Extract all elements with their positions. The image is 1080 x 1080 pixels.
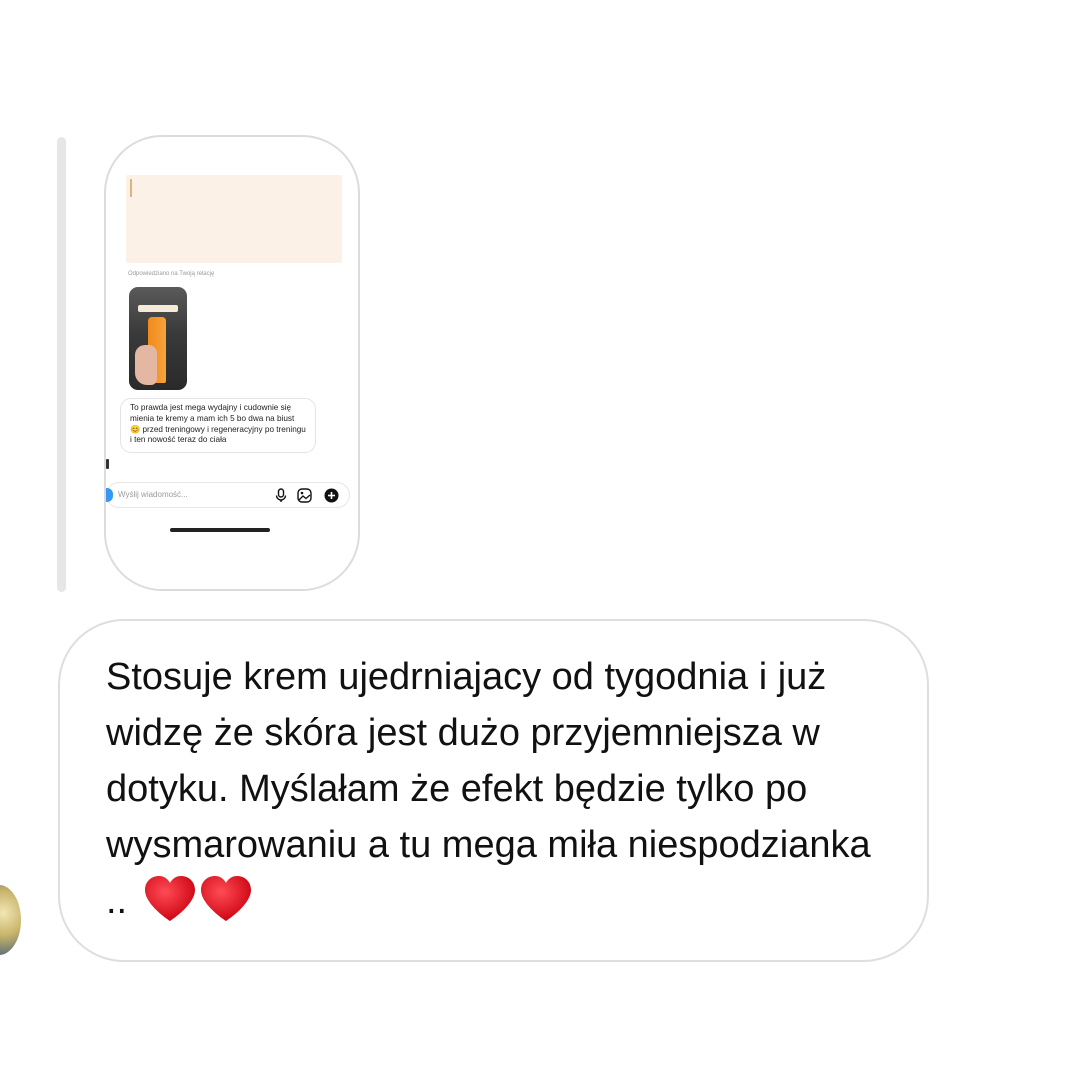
gallery-icon[interactable] — [297, 488, 312, 503]
camera-icon[interactable] — [106, 488, 113, 502]
heart-emoji-icons: ❤️❤️ — [142, 875, 254, 939]
avatar[interactable] — [0, 885, 21, 955]
message-bubble[interactable]: Stosuje krem ujedrniajacy od tygodnia i … — [58, 619, 929, 962]
reply-message-bubble: To prawda jest mega wydajny i cudownie s… — [120, 398, 316, 454]
microphone-icon[interactable] — [274, 488, 288, 503]
red-heart-icon — [144, 876, 251, 921]
shared-content-block — [126, 175, 342, 263]
story-caption — [138, 305, 178, 312]
reply-quote-bar — [57, 137, 66, 592]
story-thumbnail[interactable] — [129, 287, 187, 390]
home-indicator — [170, 528, 270, 532]
plus-icon[interactable] — [324, 488, 339, 503]
hand — [135, 345, 157, 385]
replied-to-story-label: Odpowiedziano na Twoją relację — [128, 271, 215, 277]
edge-mark — [106, 459, 109, 469]
replied-screenshot[interactable]: Odpowiedziano na Twoją relację To prawda… — [104, 135, 360, 591]
text-cursor — [130, 179, 132, 197]
message-input-placeholder: Wyślij wiadomość... — [118, 490, 188, 499]
message-text-block: Stosuje krem ujedrniajacy od tygodnia i … — [106, 649, 896, 939]
message-input[interactable]: Wyślij wiadomość... — [106, 482, 350, 508]
